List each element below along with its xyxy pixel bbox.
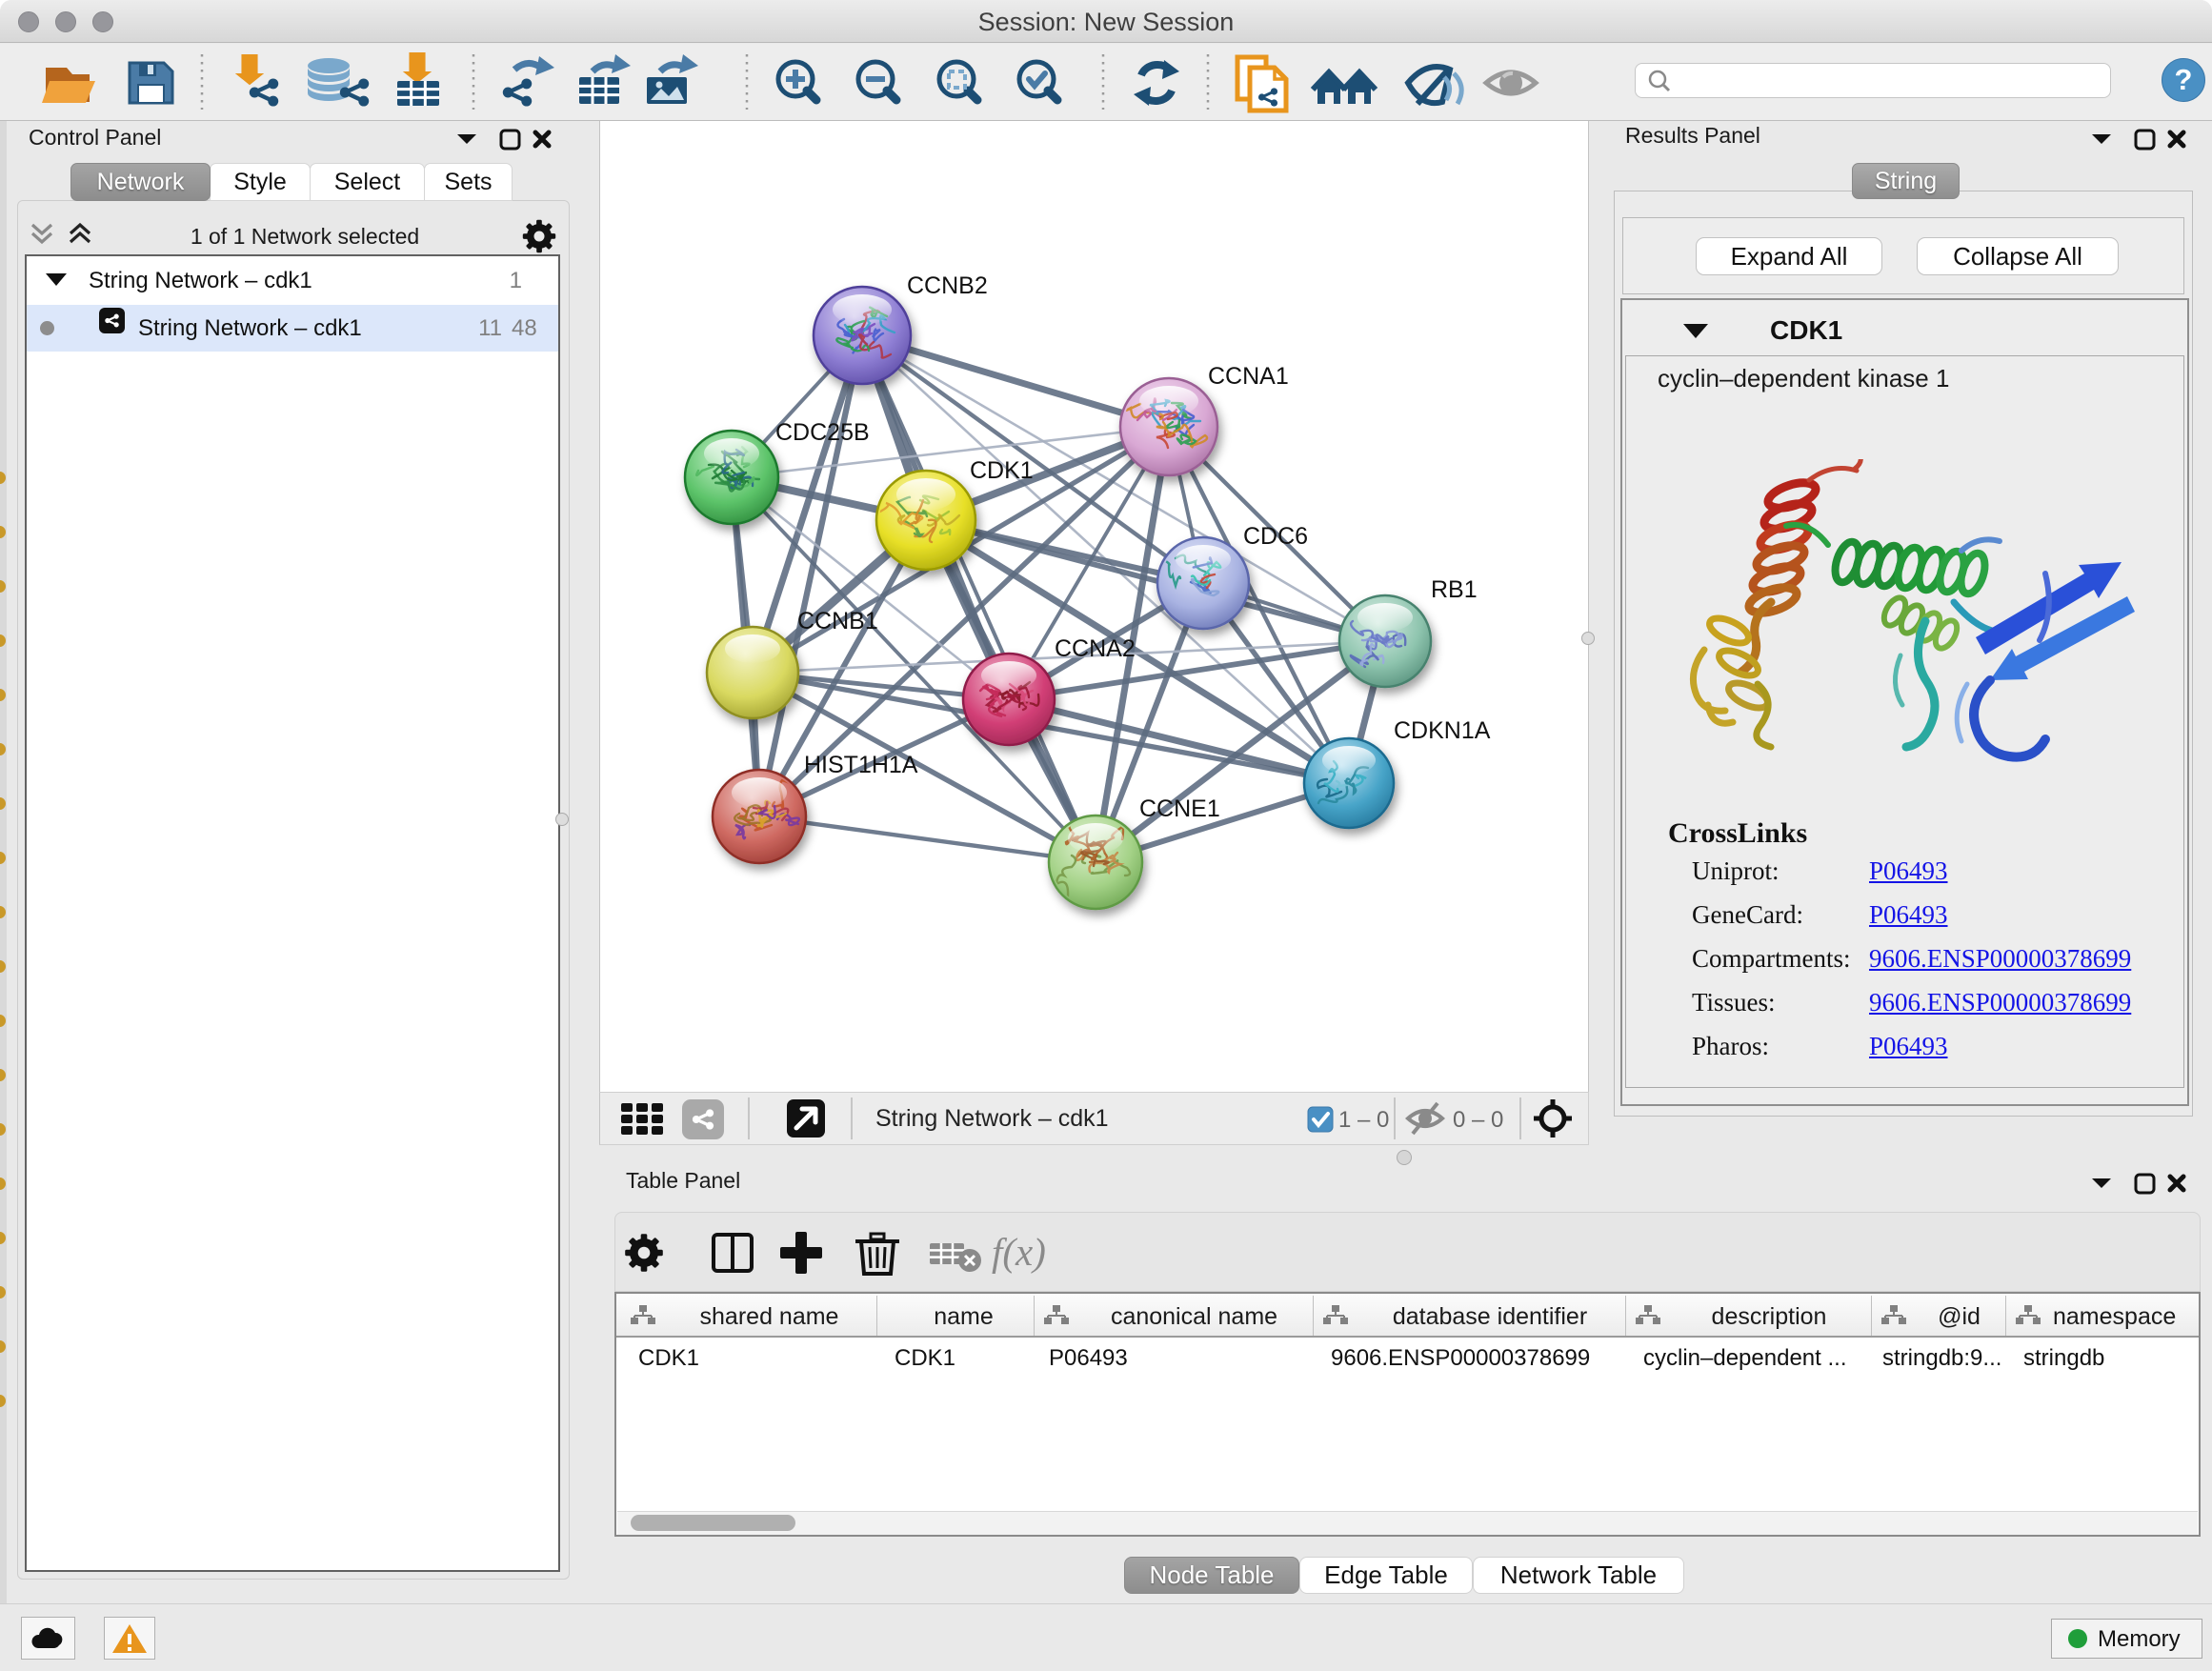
- svg-text:RB1: RB1: [1431, 576, 1478, 603]
- svg-text:CDKN1A: CDKN1A: [1394, 717, 1491, 744]
- svg-text:HIST1H1A: HIST1H1A: [804, 752, 918, 778]
- svg-text:CDC6: CDC6: [1243, 523, 1308, 550]
- svg-text:CDC25B: CDC25B: [775, 419, 870, 446]
- svg-text:CCNE1: CCNE1: [1139, 795, 1220, 822]
- svg-text:CCNA2: CCNA2: [1055, 635, 1136, 662]
- svg-text:CCNB1: CCNB1: [797, 608, 878, 634]
- svg-text:CCNA1: CCNA1: [1208, 363, 1289, 390]
- svg-text:CDK1: CDK1: [970, 457, 1034, 484]
- svg-text:CCNB2: CCNB2: [907, 272, 988, 299]
